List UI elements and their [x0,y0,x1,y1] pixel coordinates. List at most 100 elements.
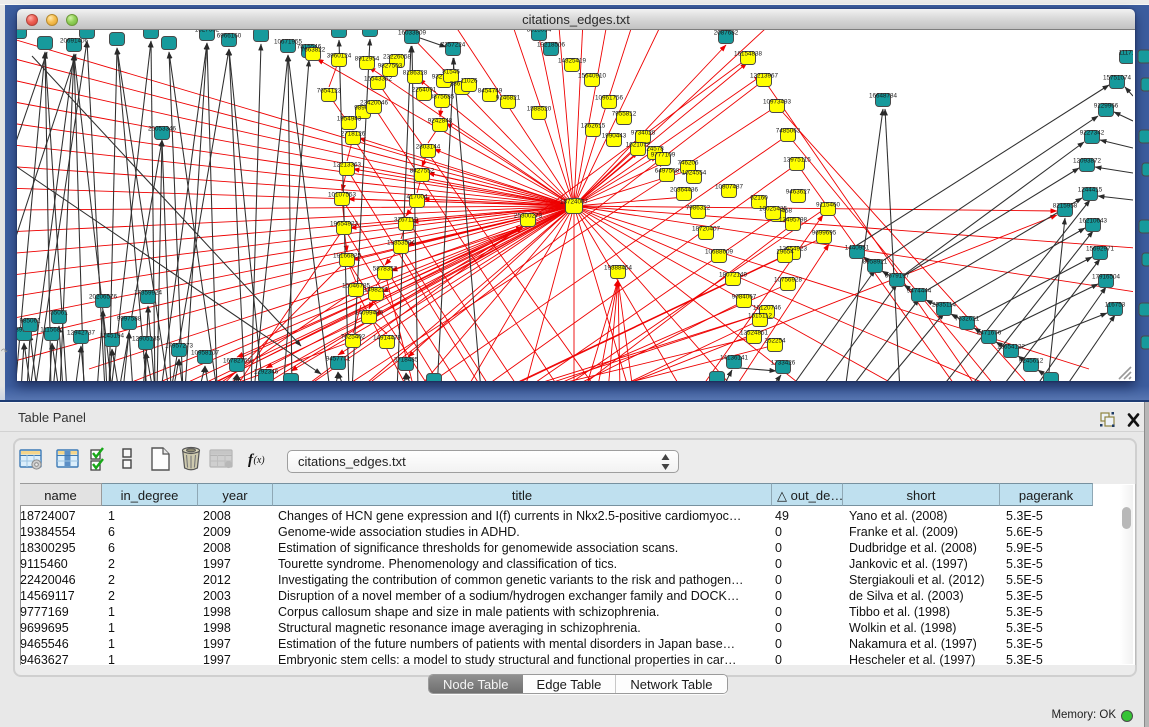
svg-text:13353594: 13353594 [387,240,416,247]
svg-text:20364436: 20364436 [670,187,699,194]
svg-text:14099489: 14099489 [355,310,384,317]
svg-text:1440951: 1440951 [845,245,870,252]
svg-text:18720407: 18720407 [692,226,721,233]
svg-text:14325419: 14325419 [558,58,587,65]
svg-text:18072149: 18072149 [719,272,748,279]
svg-text:13495798: 13495798 [779,217,808,224]
svg-text:15640910: 15640910 [578,73,607,80]
svg-text:1588520: 1588520 [527,106,552,113]
svg-text:14914479: 14914479 [373,335,402,342]
svg-text:9699695: 9699695 [812,230,837,237]
svg-text:25300273: 25300273 [514,213,543,220]
svg-text:19388454: 19388454 [604,265,633,272]
svg-text:16782759: 16782759 [223,358,252,365]
svg-text:10807487: 10807487 [715,184,744,191]
svg-text:16154838: 16154838 [734,51,763,58]
svg-text:8215958: 8215958 [1053,203,1078,210]
svg-text:7955812: 7955812 [612,111,637,118]
svg-text:3267110: 3267110 [394,217,419,224]
svg-text:9777109: 9777109 [651,152,676,159]
svg-text:8454749: 8454749 [478,88,503,95]
svg-text:1954943: 1954943 [337,116,362,123]
svg-text:10973493: 10973493 [763,99,792,106]
svg-text:17916504: 17916504 [1092,274,1121,281]
svg-text:18724007: 18724007 [560,199,589,206]
svg-text:8427552: 8427552 [410,168,435,175]
svg-text:2935114: 2935114 [932,302,957,309]
svg-text:3718485: 3718485 [394,357,419,364]
svg-text:9245612: 9245612 [1019,358,1044,365]
svg-text:11026: 11026 [460,78,478,85]
svg-text:1362615: 1362615 [581,123,606,130]
svg-text:7625402: 7625402 [341,334,366,341]
svg-text:6966160: 6966160 [217,33,242,40]
svg-text:23420046: 23420046 [360,100,389,107]
svg-text:9827503: 9827503 [378,63,403,70]
svg-text:9227342: 9227342 [1080,130,1105,137]
svg-text:2087682: 2087682 [714,30,739,37]
svg-text:1024554: 1024554 [682,170,707,177]
svg-text:20053346: 20053346 [148,126,177,133]
svg-text:10654122: 10654122 [997,344,1026,351]
svg-text:16543362: 16543362 [364,76,393,83]
svg-text:10025435: 10025435 [759,206,788,213]
svg-text:8471676: 8471676 [977,330,1002,337]
svg-text:1244415: 1244415 [1078,187,1103,194]
svg-text:14136141: 14136141 [720,355,749,362]
svg-text:7485063: 7485063 [776,128,801,135]
svg-text:16648784: 16648784 [869,93,898,100]
svg-text:6679197: 6679197 [885,273,910,280]
svg-text:116753: 116753 [1105,302,1126,309]
svg-text:19166825: 19166825 [333,253,362,260]
svg-text:9115460: 9115460 [816,202,841,209]
svg-text:17359924: 17359924 [134,290,163,297]
svg-text:12213967: 12213967 [750,73,779,80]
svg-text:10107553: 10107553 [328,192,357,199]
svg-text:16120746: 16120746 [753,305,782,312]
svg-text:2718126: 2718126 [341,131,366,138]
svg-text:1990443: 1990443 [602,133,627,140]
svg-text:15751074: 15751074 [1103,75,1132,82]
svg-text:5878352: 5878352 [373,266,398,273]
svg-text:9242848: 9242848 [428,118,453,125]
svg-text:3875685: 3875685 [430,94,455,101]
svg-text:55061: 55061 [50,310,68,317]
svg-text:10958107: 10958107 [191,350,220,357]
svg-text:(x): (x) [254,455,266,466]
svg-text:3960124: 3960124 [327,53,352,60]
svg-text:19218506: 19218506 [537,42,566,49]
svg-text:19654923: 19654923 [330,221,359,228]
svg-text:9146821: 9146821 [496,95,521,102]
svg-text:12942737: 12942737 [67,330,96,337]
svg-text:10756928: 10756928 [774,277,803,284]
svg-text:16033809: 16033809 [398,30,427,37]
svg-text:417004: 417004 [406,194,428,201]
svg-text:8912954: 8912954 [355,56,380,63]
svg-text:14055712: 14055712 [17,30,33,32]
svg-text:9997588: 9997588 [117,316,142,323]
svg-text:62160: 62160 [750,195,768,202]
svg-text:9734028: 9734028 [631,130,656,137]
svg-text:9474444: 9474444 [907,288,932,295]
svg-text:10961756: 10961756 [595,95,624,102]
svg-text:9129966: 9129966 [1094,103,1119,110]
svg-text:12905135: 12905135 [132,336,161,343]
svg-text:10688609: 10688609 [705,249,734,256]
svg-text:8813054: 8813054 [527,30,552,34]
svg-text:7357224: 7357224 [441,42,466,49]
svg-text:1733426: 1733426 [771,360,796,367]
svg-text:7654123: 7654123 [317,88,342,95]
svg-text:7663822: 7663822 [301,47,326,54]
svg-text:252254: 252254 [764,338,786,345]
svg-text:16953257: 16953257 [137,30,166,32]
svg-text:81546: 81546 [442,69,460,76]
svg-text:6497508: 6497508 [655,168,680,175]
svg-text:23226058: 23226058 [383,54,412,61]
svg-text:8958921: 8958921 [863,259,888,266]
svg-text:19654: 19654 [776,249,794,256]
svg-text:2803144: 2803144 [416,144,441,151]
svg-text:1498222: 1498222 [364,287,389,294]
svg-text:17957273: 17957273 [165,343,194,350]
svg-text:9084067: 9084067 [732,294,757,301]
svg-text:20206576: 20206576 [89,294,118,301]
